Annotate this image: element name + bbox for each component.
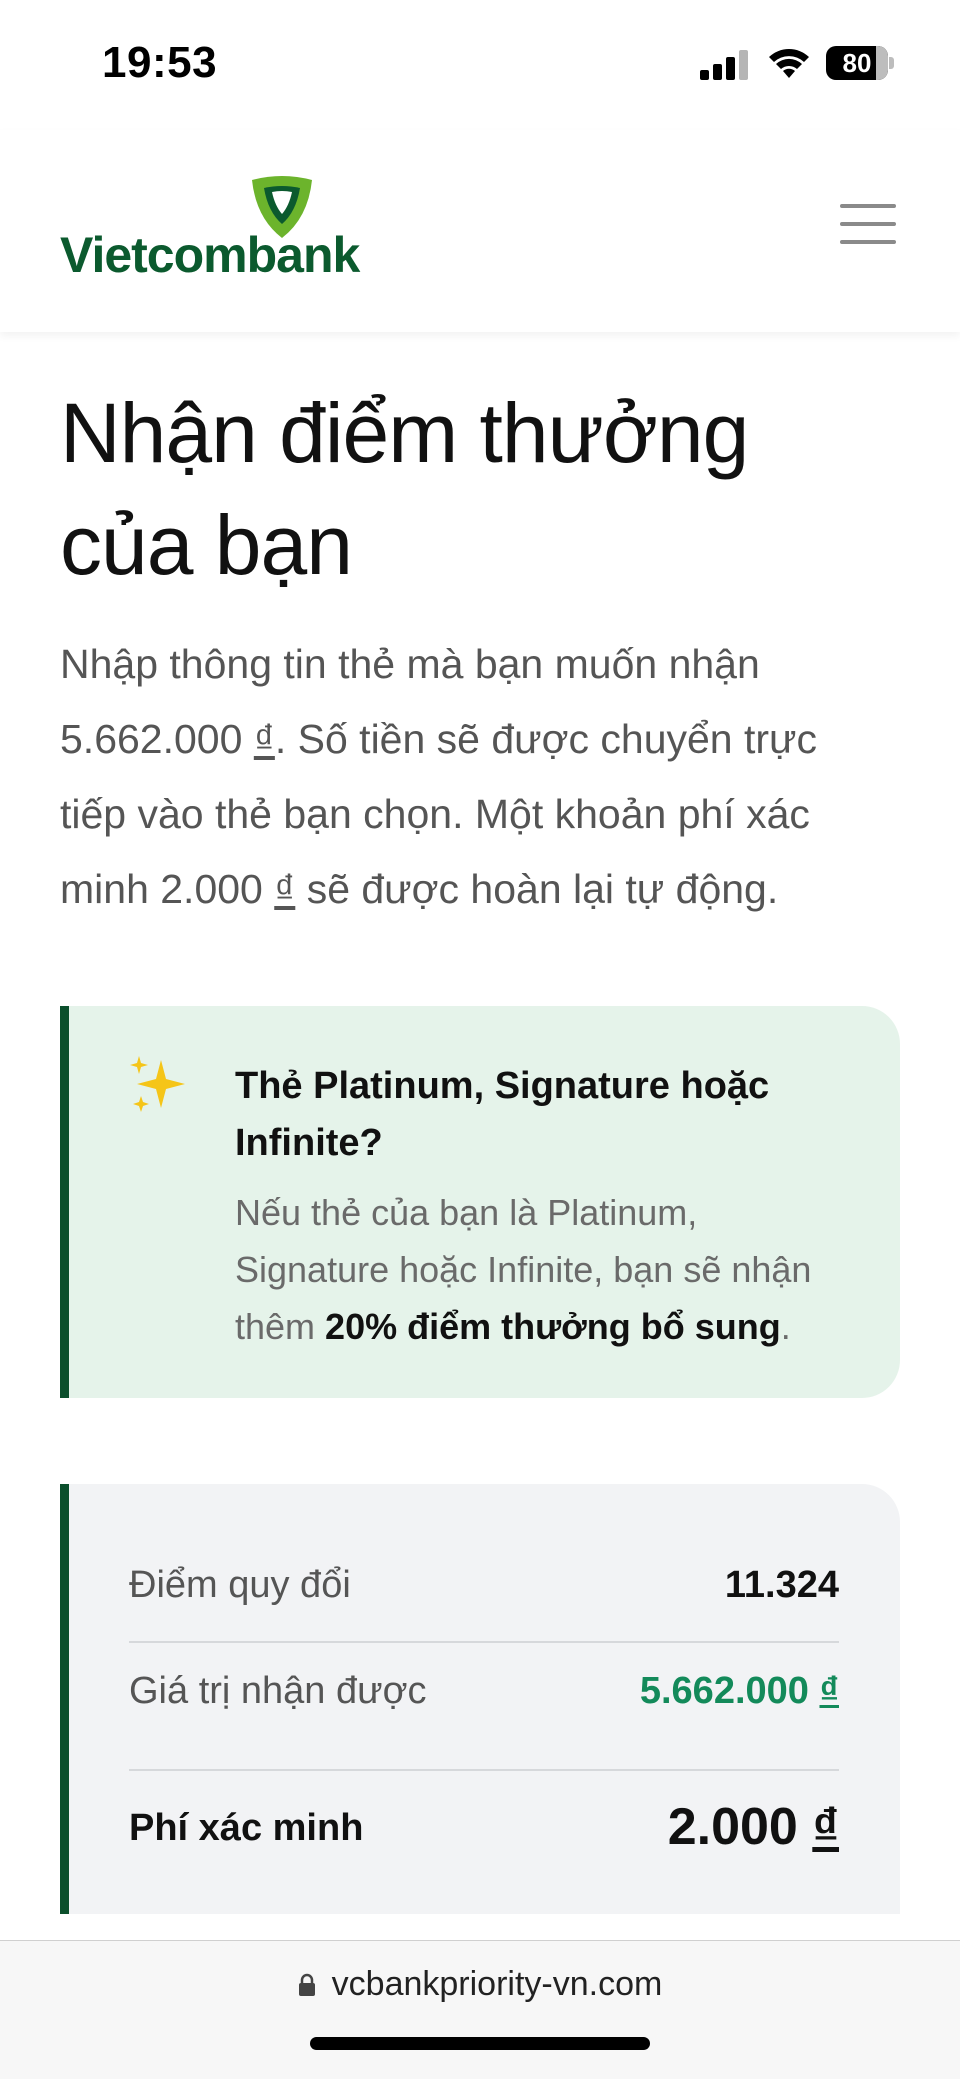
callout-body-end: .: [780, 1306, 791, 1347]
amount: 2.000: [667, 1798, 798, 1856]
amount: 5.662.000: [639, 1670, 809, 1712]
menu-button[interactable]: [840, 204, 900, 244]
summary-row-received: Giá trị nhận được 5.662.000 ₫: [129, 1670, 839, 1730]
page-title: Nhận điểm thưởng của bạn: [60, 377, 900, 601]
redemption-summary: Điểm quy đổi 11.324 Giá trị nhận được 5.…: [60, 1484, 900, 1914]
summary-row-points: Điểm quy đổi 11.324: [129, 1564, 839, 1624]
vietcombank-logo[interactable]: Vietcombank: [58, 174, 360, 284]
summary-label: Phí xác minh: [129, 1807, 364, 1849]
intro-line: tiếp vào thẻ bạn chọn. Một khoản phí xác: [60, 791, 810, 837]
divider: [129, 1641, 839, 1643]
signal-icon: [700, 48, 750, 80]
battery-icon: 80: [826, 46, 894, 80]
intro-text: Nhập thông tin thẻ mà bạn muốn nhận 5.66…: [60, 627, 900, 927]
page-title-line2: của bạn: [60, 498, 353, 592]
hamburger-menu-icon: [840, 204, 896, 208]
summary-label: Điểm quy đổi: [129, 1564, 351, 1606]
sparkles-icon: [130, 1056, 185, 1112]
site-header: Vietcombank: [0, 130, 960, 332]
page-title-line1: Nhận điểm thưởng: [60, 386, 749, 480]
premium-card-callout: Thẻ Platinum, Signature hoặc Infinite? N…: [60, 1006, 900, 1398]
callout-title: Thẻ Platinum, Signature hoặc Infinite?: [235, 1065, 770, 1164]
intro-line: minh 2.000: [60, 866, 275, 912]
url-text: vcbankpriority-vn.com: [331, 1965, 663, 2003]
logo-text: Vietcombank: [60, 227, 360, 283]
summary-label: Giá trị nhận được: [129, 1670, 427, 1712]
currency-symbol: ₫: [812, 1798, 839, 1856]
summary-value: 11.324: [724, 1564, 839, 1606]
battery-level: 80: [842, 48, 872, 78]
intro-line: Nhập thông tin thẻ mà bạn muốn nhận: [60, 641, 760, 687]
summary-value: 2.000 ₫: [668, 1797, 839, 1857]
status-bar: 19:53 80: [0, 0, 960, 130]
currency-symbol: ₫: [253, 716, 275, 762]
intro-amount: 5.662.000: [60, 716, 243, 762]
wifi-icon: [769, 49, 809, 78]
summary-value: 5.662.000 ₫: [640, 1670, 839, 1713]
currency-symbol: ₫: [819, 1670, 839, 1712]
callout-body: Nếu thẻ của bạn là Platinum, Signature h…: [235, 1184, 855, 1355]
lock-icon: [298, 1973, 315, 1996]
currency-symbol: ₫: [274, 866, 296, 912]
home-indicator[interactable]: [310, 2037, 650, 2050]
callout-bonus: 20% điểm thưởng bổ sung: [325, 1306, 781, 1347]
intro-line: sẽ được hoàn lại tự động.: [295, 866, 779, 912]
status-time: 19:53: [102, 38, 218, 87]
summary-row-fee: Phí xác minh 2.000 ₫: [129, 1797, 839, 1869]
page: 19:53 80 Vietcombank Nhận điểm thưởng củ…: [0, 0, 960, 2079]
url-field[interactable]: vcbankpriority-vn.com: [0, 1965, 960, 2004]
browser-address-bar: vcbankpriority-vn.com: [0, 1940, 960, 2079]
divider: [129, 1769, 839, 1771]
intro-line: . Số tiền sẽ được chuyển trực: [274, 716, 817, 762]
